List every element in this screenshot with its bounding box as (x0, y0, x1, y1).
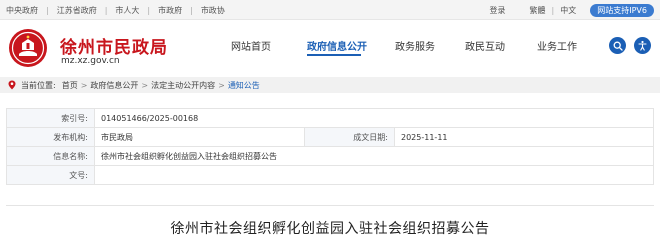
top-right-tools: 登录 繁體 | 中文 网站支持IPV6 (490, 0, 654, 20)
breadcrumb: 当前位置: 首页 > 政府信息公开 > 法定主动公开内容 > 通知公告 (8, 77, 260, 93)
table-row: 发布机构: 市民政局 成文日期: 2025-11-11 (6, 127, 654, 147)
info-name-label: 信息名称: (6, 146, 95, 166)
breadcrumb-item-notices[interactable]: 通知公告 (228, 80, 260, 91)
table-row: 信息名称: 徐州市社会组织孵化创益园入驻社会组织招募公告 (6, 146, 654, 166)
top-link-central-gov[interactable]: 中央政府 (6, 5, 38, 16)
document-info-table: 索引号: 014051466/2025-00168 发布机构: 市民政局 成文日… (6, 108, 654, 185)
top-links: 中央政府 | 江苏省政府 | 市人大 | 市政府 | 市政协 (6, 0, 225, 20)
traditional-chinese-link[interactable]: 繁體 (530, 5, 546, 16)
document-number-label: 文号: (6, 165, 95, 185)
civil-affairs-emblem-icon[interactable] (8, 28, 48, 68)
nav-item-gov-services[interactable]: 政务服务 (395, 38, 435, 53)
index-value: 014051466/2025-00168 (94, 108, 654, 128)
top-link-city-gov[interactable]: 市政府 (158, 5, 182, 16)
accessibility-icon (638, 40, 647, 51)
breadcrumb-separator: > (218, 80, 225, 90)
section-divider (6, 205, 654, 206)
written-date-value: 2025-11-11 (394, 127, 654, 147)
chinese-language-link[interactable]: 中文 (560, 5, 576, 16)
accessibility-button[interactable] (634, 37, 651, 54)
ipv6-badge[interactable]: 网站支持IPV6 (590, 3, 654, 17)
breadcrumb-item-home[interactable]: 首页 (62, 80, 78, 91)
nav-item-gov-info-disclosure[interactable]: 政府信息公开 (307, 38, 367, 53)
search-button[interactable] (609, 37, 626, 54)
breadcrumb-item-gov-info[interactable]: 政府信息公开 (90, 80, 138, 91)
nav-item-business[interactable]: 业务工作 (537, 38, 577, 53)
publisher-label: 发布机构: (6, 127, 95, 147)
top-link-jiangsu-gov[interactable]: 江苏省政府 (57, 5, 97, 16)
top-link-separator: | (46, 5, 49, 15)
top-link-city-congress[interactable]: 市人大 (115, 5, 139, 16)
login-link[interactable]: 登录 (490, 5, 506, 16)
top-link-separator: | (147, 5, 151, 15)
active-nav-underline (307, 54, 361, 56)
top-link-separator: | (104, 5, 108, 15)
nav-item-interaction[interactable]: 政民互动 (465, 38, 505, 53)
top-link-separator: | (190, 5, 193, 15)
publisher-value: 市民政局 (94, 127, 305, 147)
top-link-cppcc[interactable]: 市政协 (201, 5, 225, 16)
article-title: 徐州市社会组织孵化创益园入驻社会组织招募公告 (170, 221, 490, 237)
written-date-label: 成文日期: (304, 127, 395, 147)
breadcrumb-separator: > (141, 80, 149, 90)
table-row: 文号: (6, 165, 654, 185)
breadcrumb-separator: > (80, 80, 88, 90)
index-label: 索引号: (6, 108, 95, 128)
document-number-value (94, 165, 654, 185)
info-name-value: 徐州市社会组织孵化创益园入驻社会组织招募公告 (94, 146, 654, 166)
table-row: 索引号: 014051466/2025-00168 (6, 108, 654, 128)
language-separator: | (551, 5, 555, 15)
search-icon (613, 41, 623, 51)
site-domain: mz.xz.gov.cn (61, 56, 120, 66)
nav-item-home[interactable]: 网站首页 (231, 38, 271, 53)
breadcrumb-item-statutory[interactable]: 法定主动公开内容 (151, 80, 215, 91)
top-bar: 中央政府 | 江苏省政府 | 市人大 | 市政府 | 市政协 登录 繁體 | 中… (0, 0, 660, 20)
location-pin-icon (8, 80, 16, 90)
site-title[interactable]: 徐州市民政局 (60, 33, 168, 58)
breadcrumb-prefix: 当前位置: (21, 80, 56, 90)
